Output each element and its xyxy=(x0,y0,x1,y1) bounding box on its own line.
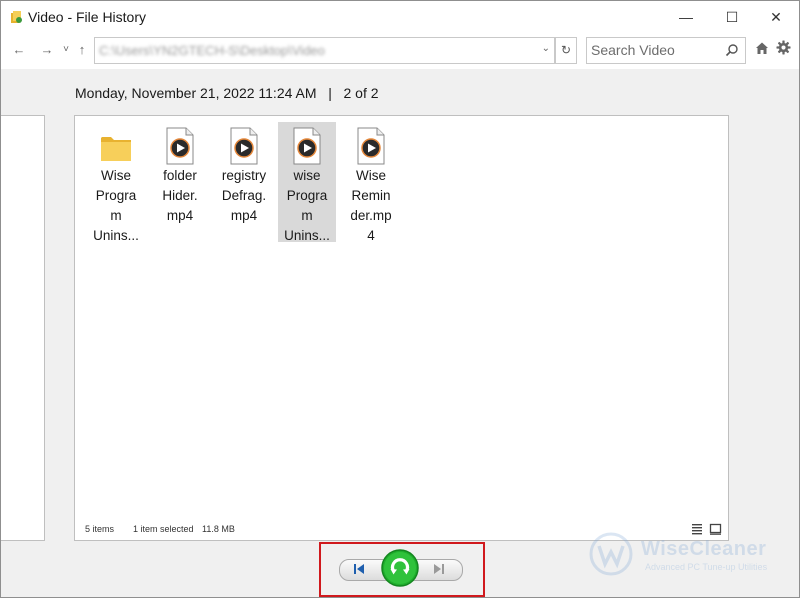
backup-date-line: Monday, November 21, 2022 11:24 AM | 2 o… xyxy=(75,85,379,101)
file-name: registry Defrag. mp4 xyxy=(221,168,267,223)
status-item-count: 5 items xyxy=(85,524,115,534)
watermark-name: WiseCleaner xyxy=(641,538,767,560)
video-file-icon xyxy=(166,127,194,165)
minimize-button[interactable]: — xyxy=(663,1,709,33)
file-item-selected[interactable]: wise Progra m Unins... xyxy=(278,122,336,243)
status-selection: 1 item selected xyxy=(133,524,194,534)
forward-button[interactable]: → xyxy=(38,41,56,59)
file-item[interactable]: registry Defrag. mp4 xyxy=(215,122,273,242)
search-box[interactable] xyxy=(586,37,746,64)
address-dropdown-icon[interactable]: ⌄ xyxy=(542,43,550,54)
wisecleaner-logo-icon xyxy=(589,532,633,576)
close-button[interactable]: ✕ xyxy=(753,1,799,33)
refresh-button[interactable]: ↻ xyxy=(555,37,577,64)
file-item[interactable]: Wise Remin der.mp 4 xyxy=(342,122,400,243)
address-path: C:\Users\YN2GTECH-S\Desktop\Video xyxy=(99,43,325,58)
date-separator: | xyxy=(328,85,332,101)
file-item[interactable]: Wise Progra m Unins... xyxy=(87,122,145,243)
folder-icon xyxy=(101,137,131,161)
wisecleaner-watermark: WiseCleaner Advanced PC Tune-up Utilitie… xyxy=(589,532,794,577)
file-name: folder Hider. mp4 xyxy=(162,168,198,223)
back-button[interactable]: ← xyxy=(10,41,28,59)
search-icon[interactable] xyxy=(725,43,739,57)
file-name: Wise Remin der.mp 4 xyxy=(350,168,392,243)
up-button[interactable]: ↑ xyxy=(73,41,91,59)
navigation-toolbar: ← → ˅ ↑ C:\Users\YN2GTECH-S\Desktop\Vide… xyxy=(1,33,799,69)
window-title: Video - File History xyxy=(28,9,147,25)
highlight-box xyxy=(319,542,485,597)
backup-date: Monday, November 21, 2022 11:24 AM xyxy=(75,85,317,101)
file-view-panel[interactable]: WiseProgramUnins... folderHider.mp4 xyxy=(74,115,729,541)
file-name: Wise Progra m Unins... xyxy=(93,168,139,243)
file-item[interactable]: folder Hider. mp4 xyxy=(151,122,209,242)
address-bar[interactable]: C:\Users\YN2GTECH-S\Desktop\Video ⌄ xyxy=(94,37,555,64)
previous-version-panel[interactable] xyxy=(1,115,45,541)
home-icon[interactable] xyxy=(755,41,769,55)
video-file-icon xyxy=(357,127,385,165)
recent-locations-button[interactable]: ˅ xyxy=(61,41,71,59)
search-input[interactable] xyxy=(591,42,721,58)
status-size: 11.8 MB xyxy=(202,524,235,534)
video-file-icon xyxy=(230,127,258,165)
video-file-icon xyxy=(293,127,321,165)
backup-position: 2 of 2 xyxy=(343,85,379,101)
file-history-app-icon xyxy=(11,11,22,23)
settings-gear-icon[interactable] xyxy=(776,40,791,55)
maximize-button[interactable]: ☐ xyxy=(709,1,755,33)
file-history-window: Video - File History — ☐ ✕ ← → ˅ ↑ C:\Us… xyxy=(0,0,800,598)
title-bar: Video - File History — ☐ ✕ xyxy=(1,1,799,33)
file-name: wise Progra m Unins... xyxy=(284,168,330,243)
watermark-tagline: Advanced PC Tune-up Utilities xyxy=(645,562,768,572)
